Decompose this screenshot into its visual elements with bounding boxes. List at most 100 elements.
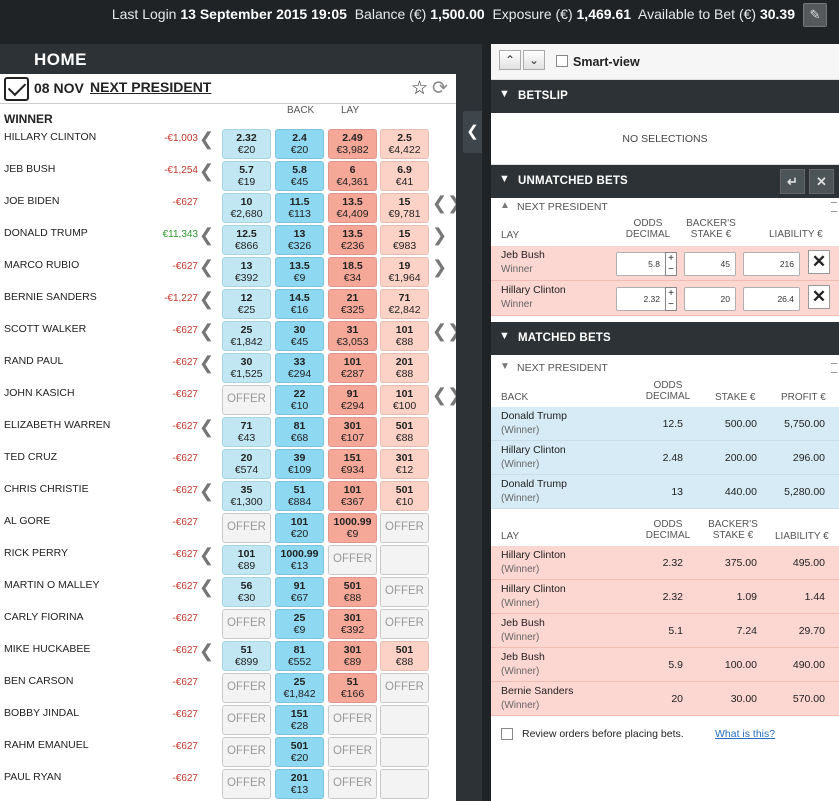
offer-button[interactable]: OFFER xyxy=(328,705,377,735)
cancel-all-icon[interactable]: ✕ xyxy=(809,169,834,194)
chevron-left-icon[interactable]: ❮ xyxy=(199,225,214,246)
liability-input[interactable]: 26.4 xyxy=(743,287,800,311)
chevron-left-icon[interactable]: ❮ xyxy=(199,161,214,182)
lay-price-button[interactable]: 91 €294 xyxy=(328,385,377,415)
scroll-handle[interactable] xyxy=(831,363,837,373)
chevron-right-icon[interactable]: ❮❯ xyxy=(432,321,456,342)
offer-button[interactable]: OFFER xyxy=(222,385,271,415)
stake-input[interactable]: 20 xyxy=(684,287,736,311)
offer-button[interactable]: OFFER xyxy=(328,737,377,767)
lay-price-button[interactable]: 2.49 €3,982 xyxy=(328,129,377,159)
back-price-button[interactable]: 51 €884 xyxy=(275,481,324,511)
lay-price-button[interactable]: 15 €983 xyxy=(380,225,429,255)
back-price-button[interactable]: 91 €67 xyxy=(275,577,324,607)
lay-price-button[interactable]: 301 €107 xyxy=(328,417,377,447)
lay-price-button[interactable]: 18.5 €34 xyxy=(328,257,377,287)
lay-price-button[interactable]: 501 €10 xyxy=(380,481,429,511)
back-price-button[interactable]: 81 €68 xyxy=(275,417,324,447)
lay-price-button[interactable]: 501 €88 xyxy=(380,417,429,447)
chevron-left-icon[interactable]: ❮ xyxy=(199,321,214,342)
back-price-button[interactable]: 10 €2,680 xyxy=(222,193,271,223)
stake-input[interactable]: 45 xyxy=(684,252,736,276)
odds-input[interactable]: 5.8 xyxy=(616,252,666,276)
offer-button[interactable]: OFFER xyxy=(222,609,271,639)
empty-price-cell[interactable] xyxy=(380,737,429,767)
chevron-left-icon[interactable]: ❮ xyxy=(199,417,214,438)
lay-price-button[interactable]: 13.5 €236 xyxy=(328,225,377,255)
lay-price-button[interactable]: 1000.99 €9 xyxy=(328,513,377,543)
offer-button[interactable]: OFFER xyxy=(380,513,429,543)
back-price-button[interactable]: 51 €899 xyxy=(222,641,271,671)
back-price-button[interactable]: 151 €28 xyxy=(275,705,324,735)
lay-price-button[interactable]: 501 €88 xyxy=(380,641,429,671)
chevron-down-icon[interactable]: ⌄ xyxy=(523,50,545,70)
lay-price-button[interactable]: 201 €88 xyxy=(380,353,429,383)
lay-price-button[interactable]: 6 €4,361 xyxy=(328,161,377,191)
chevron-up-icon[interactable]: ⌃ xyxy=(499,50,521,70)
liability-input[interactable]: 216 xyxy=(743,252,800,276)
offer-button[interactable]: OFFER xyxy=(222,737,271,767)
back-price-button[interactable]: 35 €1,300 xyxy=(222,481,271,511)
back-price-button[interactable]: 39 €109 xyxy=(275,449,324,479)
back-price-button[interactable]: 1000.99 €13 xyxy=(275,545,324,575)
offer-button[interactable]: OFFER xyxy=(328,769,377,799)
cancel-bet-icon[interactable]: ✕ xyxy=(808,250,830,274)
back-price-button[interactable]: 30 €1,525 xyxy=(222,353,271,383)
back-price-button[interactable]: 71 €43 xyxy=(222,417,271,447)
lay-price-button[interactable]: 301 €12 xyxy=(380,449,429,479)
lay-price-button[interactable]: 301 €392 xyxy=(328,609,377,639)
lay-price-button[interactable]: 151 €934 xyxy=(328,449,377,479)
back-price-button[interactable]: 33 €294 xyxy=(275,353,324,383)
what-is-this-link[interactable]: What is this? xyxy=(715,728,775,740)
chevron-left-icon[interactable]: ❮ xyxy=(199,641,214,662)
unmatched-header[interactable]: ▼ UNMATCHED BETS ↵ ✕ xyxy=(491,165,839,198)
chevron-right-icon[interactable]: ❯ xyxy=(432,225,447,246)
back-price-button[interactable]: 30 €45 xyxy=(275,321,324,351)
offer-button[interactable]: OFFER xyxy=(328,545,377,575)
lay-price-button[interactable]: 101 €367 xyxy=(328,481,377,511)
chevron-left-icon[interactable]: ❮ xyxy=(199,257,214,278)
lay-price-button[interactable]: 13.5 €4,409 xyxy=(328,193,377,223)
smart-view-checkbox[interactable] xyxy=(556,55,568,67)
back-price-button[interactable]: 14.5 €16 xyxy=(275,289,324,319)
chevron-right-icon[interactable]: ❮❯ xyxy=(432,385,456,406)
odds-stepper[interactable]: + − xyxy=(665,252,677,276)
empty-price-cell[interactable] xyxy=(380,705,429,735)
lay-price-button[interactable]: 101 €100 xyxy=(380,385,429,415)
envelope-icon[interactable] xyxy=(4,77,29,101)
back-price-button[interactable]: 201 €13 xyxy=(275,769,324,799)
refresh-icon[interactable]: ⟳ xyxy=(432,77,448,100)
back-price-button[interactable]: 5.8 €45 xyxy=(275,161,324,191)
lay-price-button[interactable]: 71 €2,842 xyxy=(380,289,429,319)
chevron-right-icon[interactable]: ❮❯ xyxy=(432,193,456,214)
chevron-right-icon[interactable]: ❯ xyxy=(432,257,447,278)
chevron-left-icon[interactable]: ❮ xyxy=(199,289,214,310)
lay-price-button[interactable]: 301 €89 xyxy=(328,641,377,671)
back-price-button[interactable]: 81 €552 xyxy=(275,641,324,671)
cancel-bet-icon[interactable]: ✕ xyxy=(808,285,830,309)
offer-button[interactable]: OFFER xyxy=(380,577,429,607)
lay-price-button[interactable]: 19 €1,964 xyxy=(380,257,429,287)
lay-price-button[interactable]: 31 €3,053 xyxy=(328,321,377,351)
lay-price-button[interactable]: 501 €88 xyxy=(328,577,377,607)
offer-button[interactable]: OFFER xyxy=(380,609,429,639)
offer-button[interactable]: OFFER xyxy=(222,673,271,703)
back-price-button[interactable]: 13 €392 xyxy=(222,257,271,287)
lay-price-button[interactable]: 2.5 €4,422 xyxy=(380,129,429,159)
back-price-button[interactable]: 13.5 €9 xyxy=(275,257,324,287)
back-price-button[interactable]: 101 €20 xyxy=(275,513,324,543)
back-price-button[interactable]: 11.5 €113 xyxy=(275,193,324,223)
odds-stepper[interactable]: + − xyxy=(665,287,677,311)
back-price-button[interactable]: 22 €10 xyxy=(275,385,324,415)
review-checkbox[interactable] xyxy=(501,728,513,740)
offer-button[interactable]: OFFER xyxy=(222,769,271,799)
back-price-button[interactable]: 13 €326 xyxy=(275,225,324,255)
offer-button[interactable]: OFFER xyxy=(222,705,271,735)
back-price-button[interactable]: 25 €9 xyxy=(275,609,324,639)
offer-button[interactable]: OFFER xyxy=(380,673,429,703)
lay-price-button[interactable]: 101 €88 xyxy=(380,321,429,351)
chevron-left-icon[interactable]: ❮ xyxy=(199,481,214,502)
back-price-button[interactable]: 12.5 €866 xyxy=(222,225,271,255)
matched-header[interactable]: ▼ MATCHED BETS xyxy=(491,322,839,355)
back-price-button[interactable]: 101 €89 xyxy=(222,545,271,575)
